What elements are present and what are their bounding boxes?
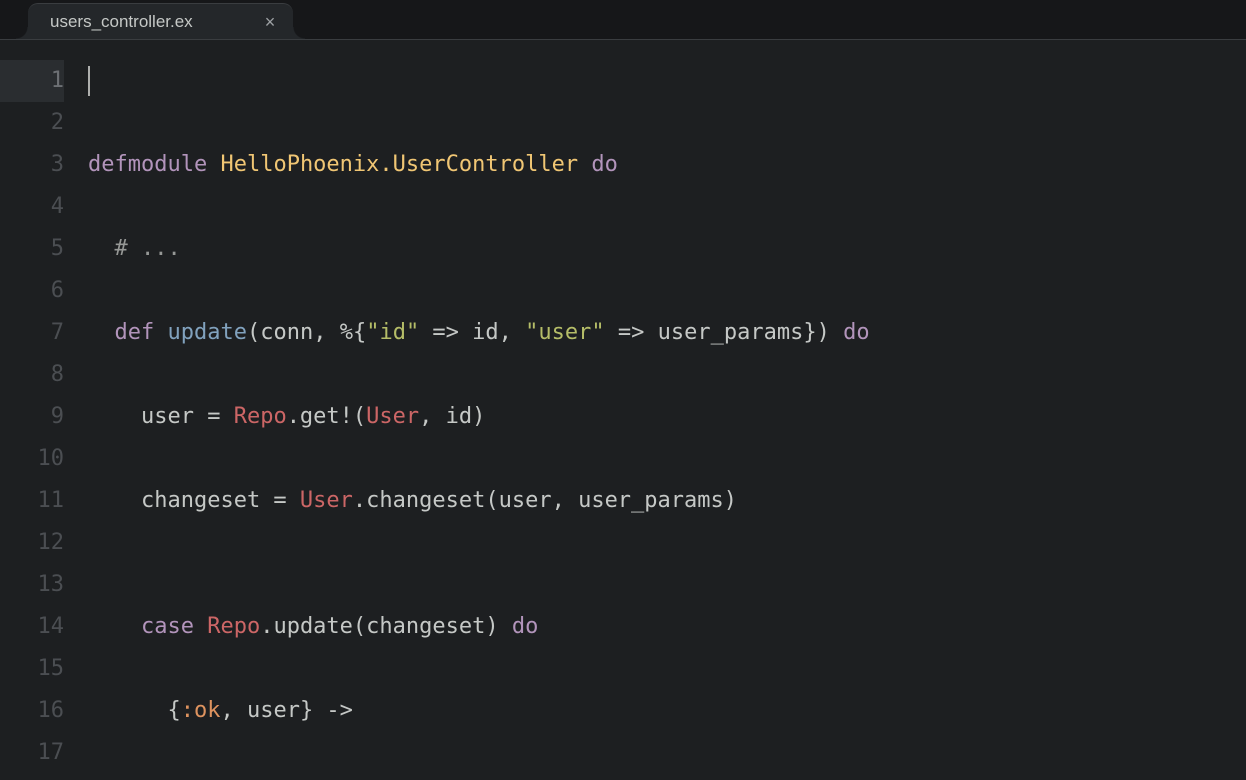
line-number: 6 — [0, 270, 64, 312]
code-line: case Repo.update(changeset) do — [88, 606, 1246, 648]
code-line: user = Repo.get!(User, id) — [88, 396, 1246, 438]
line-number: 8 — [0, 354, 64, 396]
close-icon[interactable]: × — [265, 13, 276, 31]
line-number-gutter: 1234567891011121314151617 — [0, 60, 88, 780]
line-number: 15 — [0, 648, 64, 690]
line-number: 1 — [0, 60, 64, 102]
code-line: def update(conn, %{"id" => id, "user" =>… — [88, 312, 1246, 354]
tab-filename: users_controller.ex — [50, 12, 193, 32]
line-number: 2 — [0, 102, 64, 144]
tab-bar: users_controller.ex × — [0, 0, 1246, 40]
line-number: 16 — [0, 690, 64, 732]
line-number: 12 — [0, 522, 64, 564]
line-number: 11 — [0, 480, 64, 522]
code-area[interactable]: defmodule HelloPhoenix.UserController do… — [88, 60, 1246, 780]
line-number: 7 — [0, 312, 64, 354]
line-number: 3 — [0, 144, 64, 186]
file-tab[interactable]: users_controller.ex × — [28, 3, 293, 39]
code-editor[interactable]: 1234567891011121314151617 defmodule Hell… — [0, 40, 1246, 780]
line-number: 17 — [0, 732, 64, 774]
line-number: 13 — [0, 564, 64, 606]
code-line: defmodule HelloPhoenix.UserController do — [88, 144, 1246, 186]
line-number: 10 — [0, 438, 64, 480]
code-line: conn — [88, 774, 1246, 780]
line-number: 9 — [0, 396, 64, 438]
line-number: 4 — [0, 186, 64, 228]
text-cursor — [88, 66, 90, 96]
code-line: changeset = User.changeset(user, user_pa… — [88, 480, 1246, 522]
code-line: # ... — [88, 228, 1246, 270]
line-number: 5 — [0, 228, 64, 270]
line-number: 14 — [0, 606, 64, 648]
code-line: {:ok, user} -> — [88, 690, 1246, 732]
